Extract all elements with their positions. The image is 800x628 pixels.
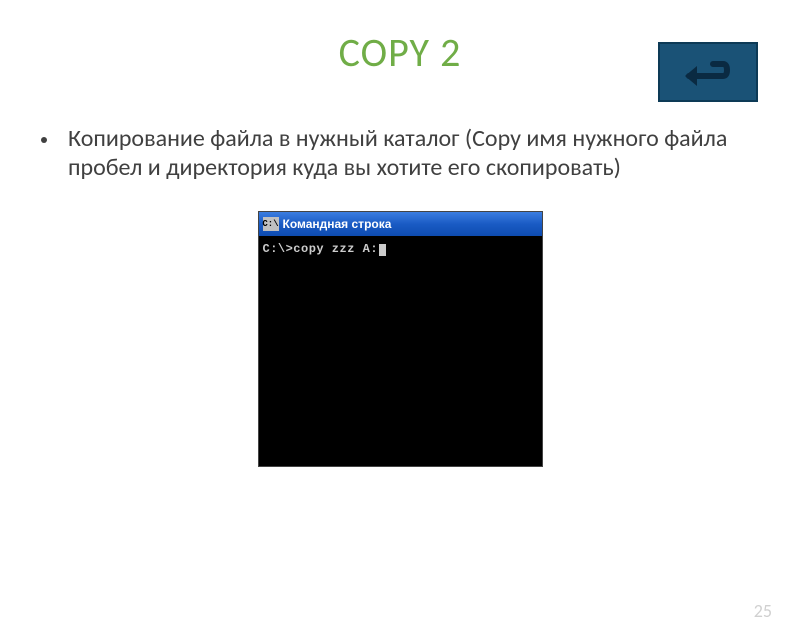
return-arrow-icon bbox=[683, 52, 733, 93]
cmd-body: C:\>copy zzz A: bbox=[259, 236, 542, 466]
bullet-item: Копирование файла в нужный каталог (Copy… bbox=[60, 125, 740, 183]
cmd-cursor bbox=[379, 244, 386, 256]
page-number: 25 bbox=[754, 600, 772, 622]
nav-back-button[interactable] bbox=[658, 42, 758, 102]
cmd-line: C:\>copy zzz A: bbox=[263, 242, 379, 256]
cmd-window-title: Командная строка bbox=[283, 217, 392, 231]
cmd-icon: C:\ bbox=[263, 217, 279, 231]
body-content: Копирование файла в нужный каталог (Copy… bbox=[0, 125, 800, 183]
command-prompt-window: C:\ Командная строка C:\>copy zzz A: bbox=[258, 211, 543, 467]
cmd-titlebar: C:\ Командная строка bbox=[259, 212, 542, 236]
